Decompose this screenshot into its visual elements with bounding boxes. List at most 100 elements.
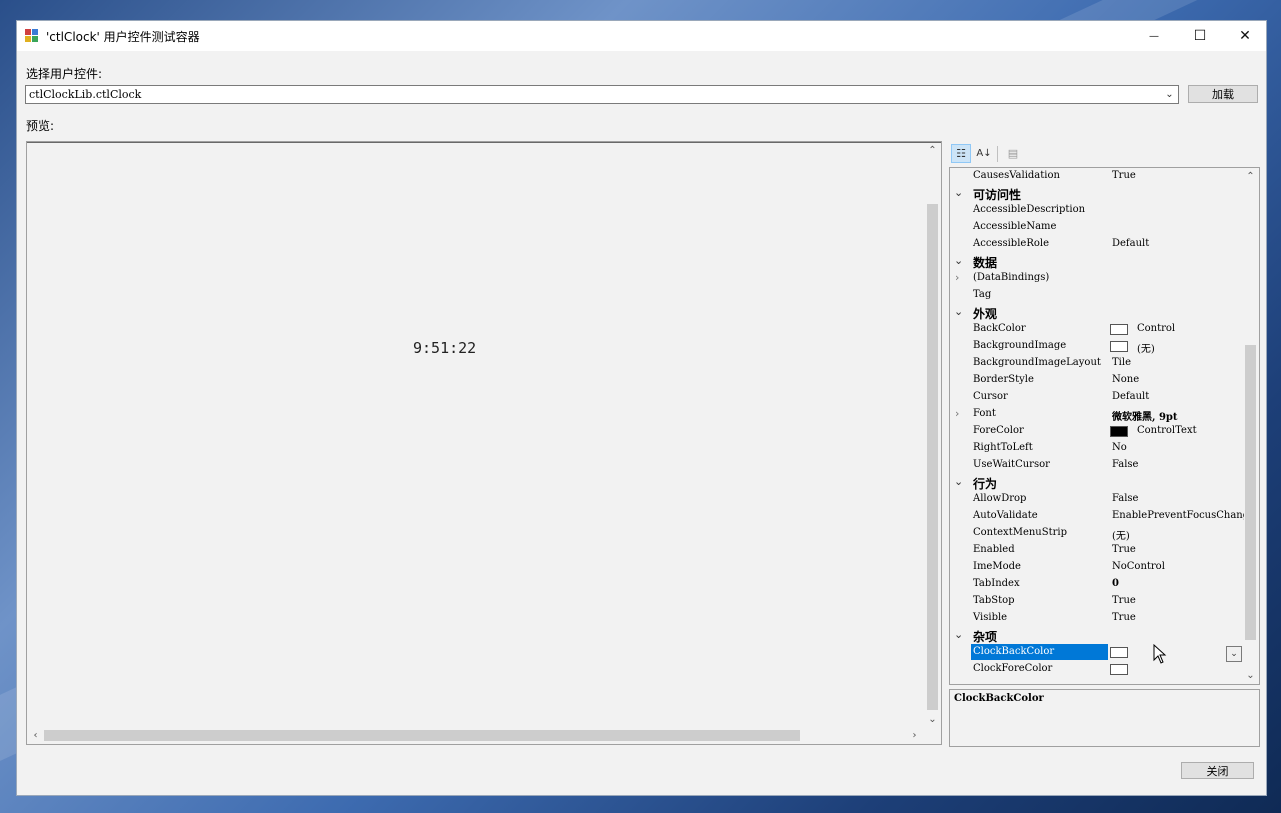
property-row[interactable]: AutoValidate EnablePreventFocusChange — [950, 508, 1244, 525]
property-value[interactable]: True — [1112, 612, 1244, 623]
property-row[interactable]: › (DataBindings) — [950, 270, 1243, 287]
property-name: AccessibleRole — [973, 238, 1049, 249]
property-row[interactable]: UseWaitCursor False — [950, 457, 1243, 474]
property-row[interactable]: BackgroundImageLayout Tile — [950, 355, 1243, 372]
property-row[interactable]: AccessibleRole Default — [950, 236, 1243, 253]
preview-horizontal-scrollbar[interactable]: ‹ › — [27, 727, 926, 744]
clock-display: 9:51:22 — [413, 339, 477, 357]
preview-vertical-thumb[interactable] — [927, 204, 938, 710]
collapse-icon[interactable]: ⌄ — [954, 254, 963, 267]
expand-icon[interactable]: › — [955, 271, 959, 284]
property-row[interactable]: BorderStyle None — [950, 372, 1243, 389]
mouse-cursor-icon — [1153, 644, 1167, 664]
property-value[interactable]: Default — [1112, 391, 1244, 402]
property-name: Cursor — [973, 391, 1008, 402]
property-row[interactable]: ImeMode NoControl — [950, 559, 1243, 576]
property-name: Visible — [973, 612, 1008, 623]
scroll-left-icon[interactable]: ‹ — [27, 727, 44, 744]
scroll-down-icon[interactable]: ⌄ — [924, 711, 941, 728]
property-value[interactable]: True — [1112, 544, 1244, 555]
select-control-label: 选择用户控件: — [26, 67, 103, 81]
close-window-button[interactable]: ✕ — [1222, 21, 1268, 51]
dropdown-button[interactable]: ⌄ — [1226, 646, 1242, 662]
property-row[interactable]: TabIndex 0 — [950, 576, 1243, 593]
property-row[interactable]: TabStop True — [950, 593, 1243, 610]
close-button[interactable]: 关闭 — [1181, 762, 1254, 779]
alphabetical-button[interactable]: A↓ — [974, 144, 994, 163]
preview-vertical-scrollbar[interactable]: ⌃ ⌄ — [924, 142, 941, 728]
property-value[interactable]: Tile — [1112, 357, 1244, 368]
collapse-icon[interactable]: ⌄ — [954, 475, 963, 488]
property-value[interactable]: False — [1112, 459, 1244, 470]
property-row[interactable]: AccessibleName — [950, 219, 1243, 236]
property-row[interactable]: Enabled True — [950, 542, 1243, 559]
property-name: ImeMode — [973, 561, 1021, 572]
property-category[interactable]: ⌄ 可访问性 — [950, 185, 1243, 202]
property-name: AccessibleDescription — [973, 204, 1086, 215]
load-button[interactable]: 加载 — [1188, 85, 1258, 103]
property-row[interactable]: BackgroundImage (无) — [950, 338, 1243, 355]
property-row[interactable]: › Font 微软雅黑, 9pt — [950, 406, 1243, 423]
property-name: AccessibleName — [973, 221, 1057, 232]
control-select-value: ctlClockLib.ctlClock — [29, 88, 142, 101]
categorized-button[interactable]: ☷ — [951, 144, 971, 163]
property-value[interactable]: True — [1112, 170, 1244, 181]
property-value[interactable]: NoControl — [1112, 561, 1244, 572]
toolbar-divider — [997, 146, 998, 162]
property-value[interactable]: 0 — [1112, 578, 1244, 589]
property-row[interactable]: ClockBackColor — [950, 644, 1243, 661]
collapse-icon[interactable]: ⌄ — [954, 628, 963, 641]
expand-icon[interactable]: › — [955, 407, 959, 420]
property-value[interactable]: 微软雅黑, 9pt — [1112, 408, 1244, 423]
title-bar[interactable]: 'ctlClock' 用户控件测试容器 — ☐ ✕ — [17, 21, 1266, 51]
property-value[interactable]: (无) — [1112, 527, 1244, 542]
sort-alpha-icon: A↓ — [976, 148, 992, 159]
close-icon: ✕ — [1239, 28, 1251, 44]
collapse-icon[interactable]: ⌄ — [954, 305, 963, 318]
property-category[interactable]: ⌄ 数据 — [950, 253, 1243, 270]
property-row[interactable]: Tag — [950, 287, 1243, 304]
chevron-down-icon[interactable]: ⌄ — [1161, 86, 1178, 103]
property-pages-button[interactable]: ▤ — [1003, 144, 1023, 163]
scroll-down-icon[interactable]: ⌄ — [1242, 667, 1259, 684]
preview-label: 预览: — [26, 119, 55, 133]
property-row[interactable]: CausesValidation True — [950, 168, 1243, 185]
property-row[interactable]: RightToLeft No — [950, 440, 1243, 457]
maximize-button[interactable]: ☐ — [1177, 21, 1223, 51]
property-value[interactable]: True — [1112, 595, 1244, 606]
property-value[interactable]: EnablePreventFocusChange — [1112, 510, 1244, 521]
scroll-right-icon[interactable]: › — [906, 727, 923, 744]
property-row[interactable]: BackColor Control — [950, 321, 1243, 338]
property-value[interactable]: Default — [1112, 238, 1244, 249]
property-category[interactable]: ⌄ 杂项 — [950, 627, 1243, 644]
property-row[interactable]: Visible True — [950, 610, 1243, 627]
property-category[interactable]: ⌄ 行为 — [950, 474, 1243, 491]
property-row[interactable]: Cursor Default — [950, 389, 1243, 406]
property-name: BackColor — [973, 323, 1026, 334]
property-row[interactable]: ForeColor ControlText — [950, 423, 1243, 440]
property-name: AllowDrop — [973, 493, 1027, 504]
property-value[interactable]: False — [1112, 493, 1244, 504]
property-row[interactable]: ClockForeColor — [950, 661, 1243, 678]
minimize-button[interactable]: — — [1131, 21, 1177, 51]
property-name: ClockBackColor — [973, 646, 1055, 657]
property-row[interactable]: ContextMenuStrip (无) — [950, 525, 1243, 542]
property-name: Tag — [973, 289, 992, 300]
property-grid[interactable]: CausesValidation True ⌄ 可访问性 AccessibleDescr… — [949, 167, 1260, 685]
scroll-up-icon[interactable]: ⌃ — [1242, 168, 1259, 185]
test-container-window: 'ctlClock' 用户控件测试容器 — ☐ ✕ 选择用户控件: ctlClo… — [16, 20, 1267, 796]
property-name: AutoValidate — [973, 510, 1038, 521]
property-grid-scrollbar[interactable]: ⌃ ⌄ — [1242, 168, 1259, 684]
control-select[interactable]: ctlClockLib.ctlClock ⌄ — [25, 85, 1179, 104]
collapse-icon[interactable]: ⌄ — [954, 186, 963, 199]
property-grid-thumb[interactable] — [1245, 345, 1256, 640]
property-row[interactable]: AllowDrop False — [950, 491, 1243, 508]
property-value[interactable]: None — [1112, 374, 1244, 385]
property-value[interactable]: No — [1112, 442, 1244, 453]
scroll-up-icon[interactable]: ⌃ — [924, 142, 941, 159]
category-name: 行为 — [973, 477, 998, 491]
preview-horizontal-thumb[interactable] — [44, 730, 800, 741]
window-title: 'ctlClock' 用户控件测试容器 — [46, 30, 200, 44]
property-row[interactable]: AccessibleDescription — [950, 202, 1243, 219]
property-category[interactable]: ⌄ 外观 — [950, 304, 1243, 321]
